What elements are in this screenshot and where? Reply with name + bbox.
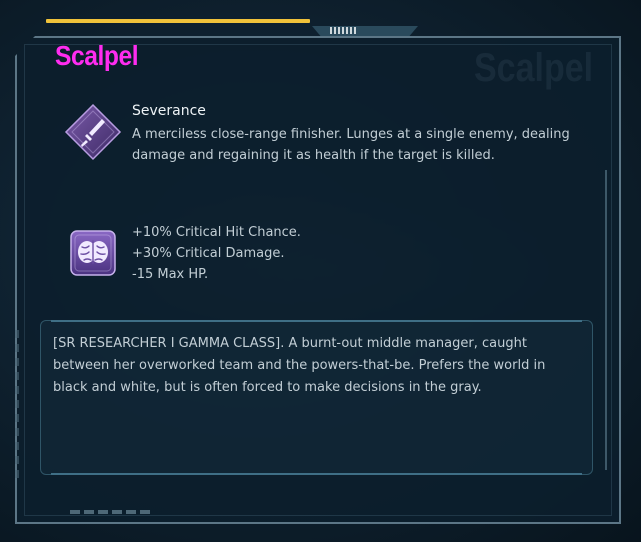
character-bio: [SR RESEARCHER I GAMMA CLASS]. A burnt-o… [53,336,546,395]
bottom-tick-decoration [70,510,150,514]
trait-stat: +10% Critical Hit Chance. [132,225,301,240]
ability-description: A merciless close-range finisher. Lunges… [132,127,570,163]
trait-stat: +30% Critical Damage. [132,246,285,261]
character-name: Scalpel [55,40,139,71]
brain-icon[interactable] [70,230,116,276]
right-edge-decoration [605,170,613,470]
top-stripes-decoration [330,27,356,34]
trait-stat: -15 Max HP. [132,267,209,282]
title-watermark: Scalpel [474,46,594,90]
dagger-icon[interactable] [64,103,122,161]
title-accent-bar [46,19,310,23]
top-tab-decoration [312,26,418,36]
left-edge-decoration [15,330,19,480]
ability-name: Severance [132,103,206,119]
